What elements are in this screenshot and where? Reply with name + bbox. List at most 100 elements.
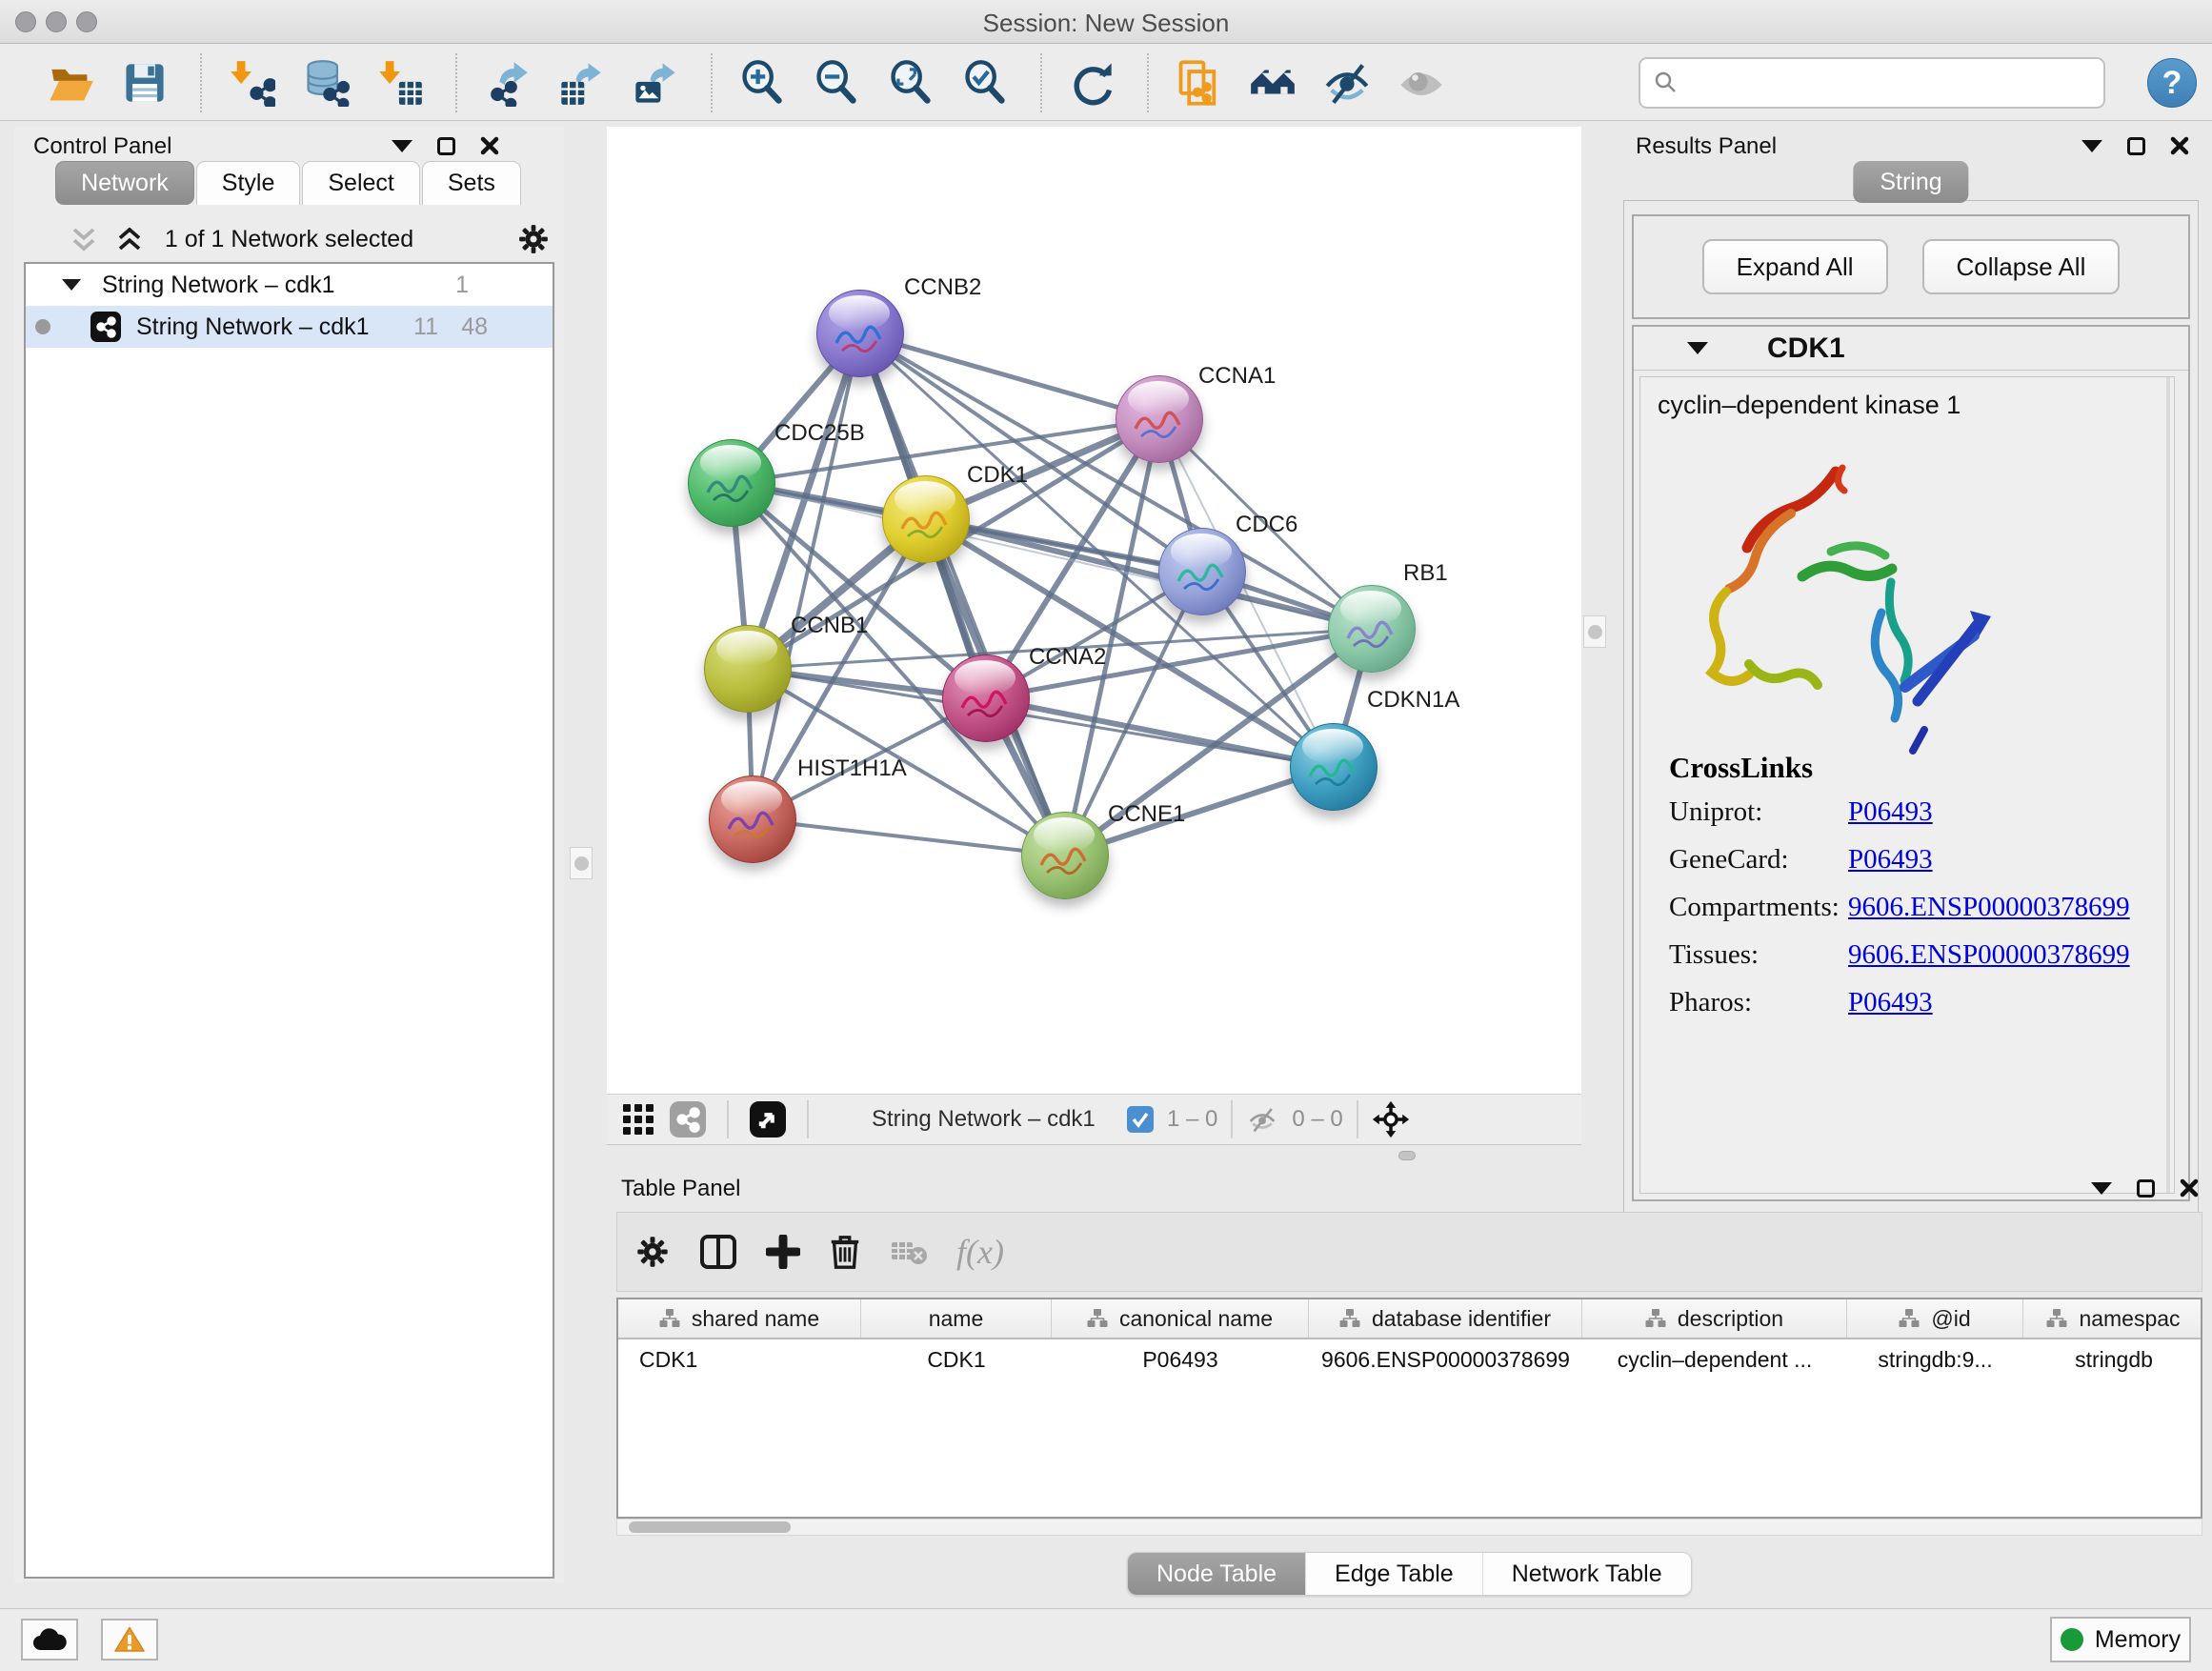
export-image-icon[interactable] bbox=[631, 58, 680, 108]
warning-button[interactable] bbox=[101, 1619, 158, 1661]
right-splitter-handle[interactable] bbox=[1583, 615, 1606, 648]
import-network-database-icon[interactable] bbox=[301, 58, 351, 108]
panel-close-icon[interactable] bbox=[2180, 1178, 2199, 1198]
column-header-canonical-name[interactable]: canonical name bbox=[1052, 1299, 1309, 1338]
table-options-gear-icon[interactable] bbox=[634, 1234, 671, 1270]
node-CCNB2[interactable] bbox=[816, 290, 904, 377]
zoom-selected-icon[interactable] bbox=[960, 58, 1010, 108]
network-view-share-icon[interactable] bbox=[670, 1101, 706, 1137]
results-scroll-area[interactable]: CDK1 cyclin–dependent kinase 1 bbox=[1632, 325, 2190, 1201]
node-CDK1[interactable] bbox=[882, 475, 970, 563]
column-header-namespac[interactable]: namespac bbox=[2023, 1299, 2202, 1338]
hide-selected-eye-icon[interactable] bbox=[1322, 58, 1372, 108]
column-header-database-identifier[interactable]: database identifier bbox=[1309, 1299, 1582, 1338]
delete-column-trash-icon[interactable] bbox=[829, 1234, 861, 1270]
network-canvas[interactable]: CCNB2CCNA1CDC25BCDK1CDC6RB1CCNB1CCNA2CDK… bbox=[607, 127, 1581, 1094]
edge-HIST1H1A-CCNE1[interactable] bbox=[753, 819, 1065, 856]
crosslink-link[interactable]: P06493 bbox=[1848, 796, 1933, 828]
crosslink-link[interactable]: 9606.ENSP00000378699 bbox=[1848, 892, 2130, 923]
panel-close-icon[interactable] bbox=[480, 136, 499, 155]
cell-shared-name[interactable]: CDK1 bbox=[618, 1339, 861, 1379]
search-box[interactable] bbox=[1639, 57, 2105, 109]
grid-view-icon[interactable] bbox=[622, 1103, 654, 1136]
node-CDKN1A[interactable] bbox=[1290, 723, 1377, 811]
export-table-icon[interactable] bbox=[556, 58, 606, 108]
node-table[interactable]: shared namenamecanonical namedatabase id… bbox=[616, 1298, 2202, 1519]
help-button[interactable]: ? bbox=[2147, 58, 2197, 108]
panel-float-icon[interactable] bbox=[437, 137, 455, 155]
show-all-eye-icon[interactable] bbox=[1397, 58, 1446, 108]
add-column-icon[interactable] bbox=[766, 1235, 800, 1269]
cell-namespac[interactable]: stringdb bbox=[2023, 1339, 2202, 1379]
expand-all-icon[interactable] bbox=[115, 226, 144, 252]
tab-select[interactable]: Select bbox=[302, 161, 419, 205]
tab-network[interactable]: Network bbox=[55, 161, 194, 205]
tab-string[interactable]: String bbox=[1853, 161, 1968, 203]
panel-menu-icon[interactable] bbox=[2091, 1182, 2112, 1195]
section-collapse-icon[interactable] bbox=[1687, 342, 1708, 354]
zoom-fit-icon[interactable] bbox=[886, 58, 935, 108]
node-CCNA1[interactable] bbox=[1116, 375, 1203, 463]
select-columns-icon[interactable] bbox=[699, 1234, 737, 1270]
network-options-gear-icon[interactable] bbox=[516, 222, 551, 256]
cell--id[interactable]: stringdb:9... bbox=[1847, 1339, 2023, 1379]
pan-crosshair-icon[interactable] bbox=[1372, 1100, 1410, 1138]
panel-close-icon[interactable] bbox=[2170, 136, 2189, 155]
save-session-icon[interactable] bbox=[120, 58, 170, 108]
crosslink-link[interactable]: 9606.ENSP00000378699 bbox=[1848, 939, 2130, 971]
zoom-out-icon[interactable] bbox=[812, 58, 861, 108]
import-table-icon[interactable] bbox=[375, 58, 425, 108]
collapse-all-icon[interactable] bbox=[70, 226, 98, 252]
panel-float-icon[interactable] bbox=[2127, 137, 2145, 155]
open-session-icon[interactable] bbox=[46, 58, 95, 108]
network-row[interactable]: String Network – cdk1 11 48 bbox=[26, 306, 553, 348]
search-input[interactable] bbox=[1688, 70, 2088, 96]
column-header-shared-name[interactable]: shared name bbox=[618, 1299, 861, 1338]
network-collection-row[interactable]: String Network – cdk1 1 bbox=[26, 264, 553, 306]
export-network-icon[interactable] bbox=[482, 58, 532, 108]
node-CDC25B[interactable] bbox=[688, 439, 775, 527]
import-network-icon[interactable] bbox=[227, 58, 276, 108]
cell-name[interactable]: CDK1 bbox=[861, 1339, 1052, 1379]
node-HIST1H1A[interactable] bbox=[709, 775, 796, 863]
tab-edge-table[interactable]: Edge Table bbox=[1306, 1553, 1483, 1595]
horizontal-splitter-handle[interactable] bbox=[1398, 1151, 1416, 1160]
node-CCNB1[interactable] bbox=[704, 625, 792, 713]
node-CCNE1[interactable] bbox=[1021, 812, 1109, 899]
hidden-eye-icon[interactable] bbox=[1246, 1105, 1278, 1134]
table-row[interactable]: CDK1CDK1P064939606.ENSP00000378699cyclin… bbox=[618, 1339, 2201, 1379]
selected-checkbox-icon[interactable] bbox=[1127, 1106, 1154, 1133]
tree-expand-icon[interactable] bbox=[62, 279, 81, 291]
panel-menu-icon[interactable] bbox=[392, 140, 412, 152]
panel-menu-icon[interactable] bbox=[2081, 140, 2102, 152]
cell-description[interactable]: cyclin–dependent ... bbox=[1582, 1339, 1847, 1379]
node-RB1[interactable] bbox=[1328, 585, 1416, 673]
crosslink-link[interactable]: P06493 bbox=[1848, 987, 1933, 1018]
table-hscrollbar-thumb[interactable] bbox=[629, 1521, 791, 1533]
home-icon[interactable] bbox=[1248, 58, 1297, 108]
memory-button[interactable]: Memory bbox=[2050, 1617, 2191, 1662]
left-splitter-handle[interactable] bbox=[570, 847, 593, 879]
column-header-description[interactable]: description bbox=[1582, 1299, 1847, 1338]
node-CCNA2[interactable] bbox=[942, 654, 1030, 742]
detach-view-icon[interactable] bbox=[750, 1101, 786, 1137]
table-hscrollbar[interactable] bbox=[616, 1519, 2202, 1536]
copy-network-icon[interactable] bbox=[1174, 58, 1223, 108]
node-section-header[interactable]: CDK1 bbox=[1634, 327, 2188, 371]
tab-network-table[interactable]: Network Table bbox=[1483, 1553, 1691, 1595]
cell-canonical-name[interactable]: P06493 bbox=[1052, 1339, 1309, 1379]
crosslink-link[interactable]: P06493 bbox=[1848, 844, 1933, 876]
apply-layout-icon[interactable] bbox=[1067, 58, 1116, 108]
cell-database-identifier[interactable]: 9606.ENSP00000378699 bbox=[1309, 1339, 1582, 1379]
column-header--id[interactable]: @id bbox=[1847, 1299, 2023, 1338]
zoom-in-icon[interactable] bbox=[737, 58, 787, 108]
column-header-name[interactable]: name bbox=[861, 1299, 1052, 1338]
collapse-all-button[interactable]: Collapse All bbox=[1922, 239, 2121, 294]
cloud-button[interactable] bbox=[21, 1619, 78, 1661]
tab-node-table[interactable]: Node Table bbox=[1128, 1553, 1306, 1595]
panel-float-icon[interactable] bbox=[2137, 1179, 2155, 1198]
node-CDC6[interactable] bbox=[1158, 528, 1246, 615]
tab-style[interactable]: Style bbox=[196, 161, 301, 205]
expand-all-button[interactable]: Expand All bbox=[1702, 239, 1888, 294]
results-scrollbar-track[interactable] bbox=[2166, 377, 2170, 1193]
